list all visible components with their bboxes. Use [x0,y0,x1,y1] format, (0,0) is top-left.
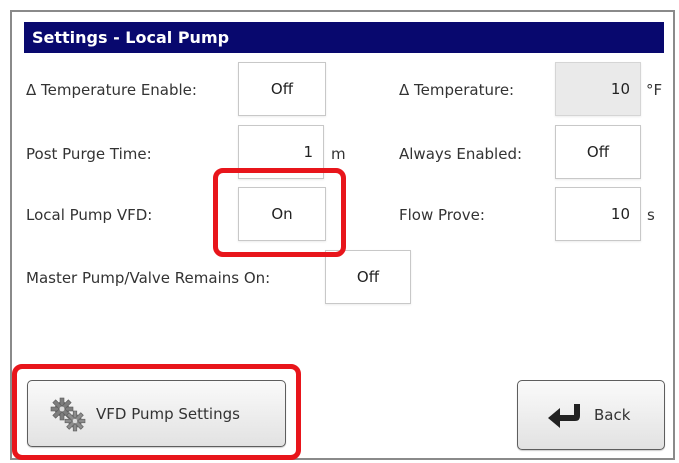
delta-temperature-unit: °F [646,81,663,99]
back-arrow-icon [546,401,586,431]
delta-temperature-enable-label: Δ Temperature Enable: [26,81,197,99]
always-enabled-field[interactable]: Off [555,125,641,179]
page-title: Settings - Local Pump [24,22,664,53]
delta-temperature-enable-field[interactable]: Off [238,62,326,116]
master-pump-valve-label: Master Pump/Valve Remains On: [26,269,271,287]
vfd-pump-settings-label: VFD Pump Settings [96,405,240,423]
post-purge-time-field[interactable]: 1 [238,125,324,179]
vfd-pump-settings-button[interactable]: VFD Pump Settings [27,380,286,447]
back-button[interactable]: Back [517,380,665,450]
flow-prove-unit: s [647,206,655,224]
post-purge-time-unit: m [331,145,346,163]
gears-icon [48,395,88,435]
local-pump-vfd-label: Local Pump VFD: [26,206,153,224]
delta-temperature-label: Δ Temperature: [399,81,515,99]
local-pump-vfd-field[interactable]: On [238,187,326,241]
back-label: Back [594,406,631,424]
post-purge-time-label: Post Purge Time: [26,145,152,163]
delta-temperature-field: 10 [555,62,641,116]
always-enabled-label: Always Enabled: [399,145,523,163]
flow-prove-field[interactable]: 10 [555,187,641,241]
flow-prove-label: Flow Prove: [399,206,485,224]
master-pump-valve-field[interactable]: Off [325,250,411,304]
settings-window: Settings - Local Pump Δ Temperature Enab… [0,0,679,463]
